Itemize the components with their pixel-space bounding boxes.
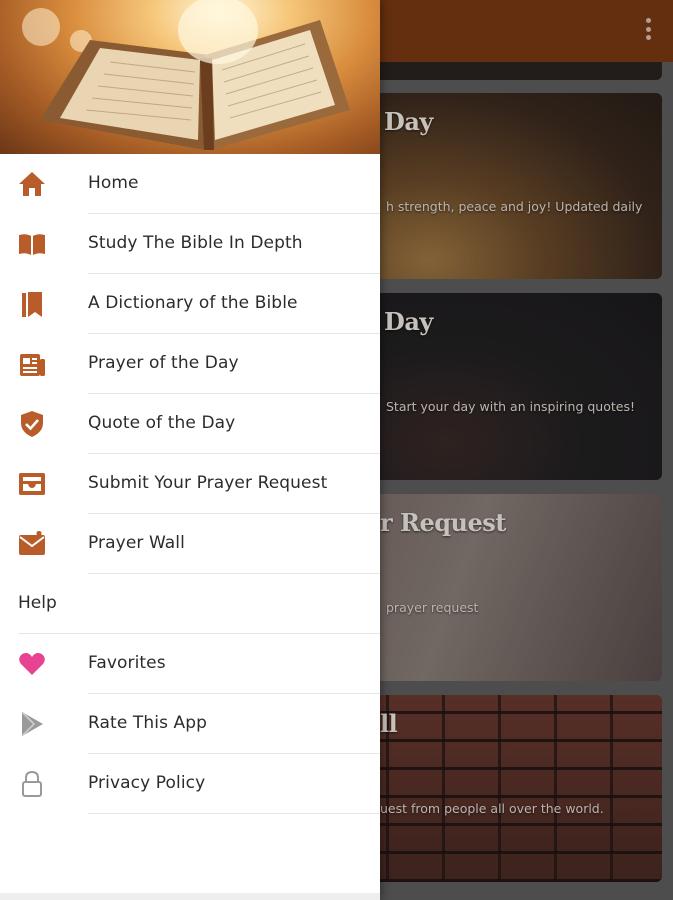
drawer-item-prayer-of-the-day[interactable]: Prayer of the Day — [0, 334, 380, 394]
drawer-item-label: A Dictionary of the Bible — [88, 293, 298, 313]
drawer-item-label: Privacy Policy — [88, 773, 206, 793]
drawer-item-study-bible[interactable]: Study The Bible In Depth — [0, 214, 380, 274]
drawer-item-label: Study The Bible In Depth — [88, 233, 303, 253]
drawer-bottom-edge — [0, 893, 380, 900]
drawer-item-rate-app[interactable]: Rate This App — [0, 694, 380, 754]
drawer-item-label: Favorites — [88, 653, 166, 673]
drawer-menu: Home Study The Bible In Depth A Dictiona… — [0, 154, 380, 814]
navigation-drawer: Home Study The Bible In Depth A Dictiona… — [0, 0, 380, 900]
drawer-item-favorites[interactable]: Favorites — [0, 634, 380, 694]
lock-icon — [22, 770, 42, 797]
bookmark-book-icon — [22, 292, 42, 317]
heart-icon — [19, 653, 45, 675]
drawer-item-label: Prayer of the Day — [88, 353, 239, 373]
open-bible-image — [40, 0, 350, 150]
drawer-item-privacy-policy[interactable]: Privacy Policy — [0, 754, 380, 814]
section-label: Help — [18, 593, 57, 613]
drawer-item-label: Rate This App — [88, 713, 208, 733]
drawer-item-home[interactable]: Home — [0, 154, 380, 214]
drawer-item-prayer-wall[interactable]: Prayer Wall — [0, 514, 380, 574]
open-book-icon — [19, 234, 45, 255]
drawer-item-dictionary[interactable]: A Dictionary of the Bible — [0, 274, 380, 334]
verified-shield-icon — [21, 411, 43, 437]
drawer-item-quote-of-the-day[interactable]: Quote of the Day — [0, 394, 380, 454]
drawer-item-label: Submit Your Prayer Request — [88, 473, 328, 493]
drawer-item-label: Quote of the Day — [88, 413, 236, 433]
drawer-item-label: Prayer Wall — [88, 533, 185, 553]
mail-heart-icon — [19, 531, 45, 555]
divider — [88, 813, 380, 814]
play-store-icon — [21, 711, 43, 737]
home-icon — [19, 172, 45, 196]
drawer-section-help: Help — [0, 574, 380, 634]
inbox-tray-icon — [19, 473, 45, 495]
newspaper-icon — [20, 354, 45, 376]
drawer-item-label: Home — [88, 173, 139, 193]
drawer-header-image — [0, 0, 380, 154]
drawer-item-submit-prayer-request[interactable]: Submit Your Prayer Request — [0, 454, 380, 514]
